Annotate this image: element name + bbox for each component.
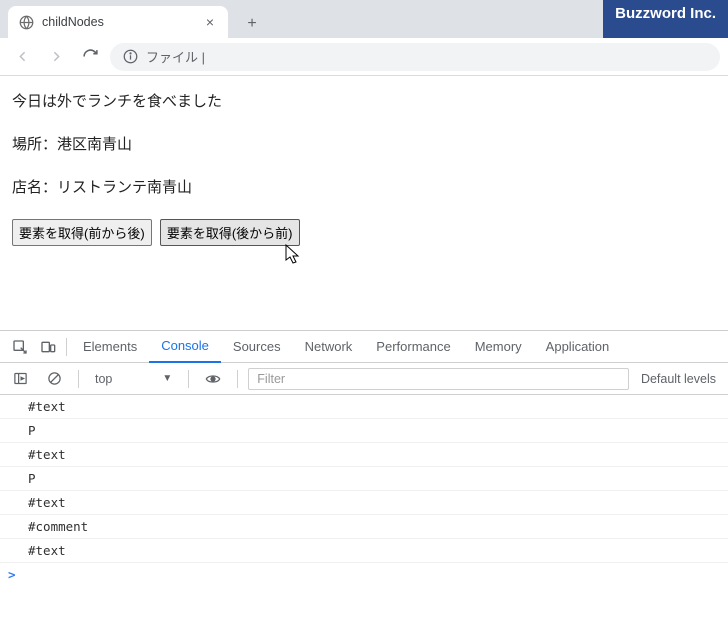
devtools-panel: Elements Console Sources Network Perform… [0,330,728,640]
console-line: #text [0,491,728,515]
tab-title: childNodes [42,15,194,29]
context-selector[interactable]: top ▼ [89,367,178,391]
filter-input[interactable] [248,368,629,390]
address-bar[interactable]: ファイル | [110,43,720,71]
get-elements-forward-button[interactable]: 要素を取得(前から後) [12,219,152,246]
separator [66,338,67,356]
device-toggle-icon[interactable] [34,333,62,361]
inspect-icon[interactable] [6,333,34,361]
tab-memory[interactable]: Memory [463,331,534,363]
console-output: #text P #text P #text #comment #text > [0,395,728,640]
log-levels-selector[interactable]: Default levels [635,372,722,386]
paragraph-1: 今日は外でランチを食べました [12,90,716,111]
live-expression-icon[interactable] [199,365,227,393]
tab-performance[interactable]: Performance [364,331,462,363]
back-button[interactable] [8,43,36,71]
console-filter-bar: top ▼ Default levels [0,363,728,395]
paragraph-2: 場所：港区南青山 [12,133,716,154]
chevron-down-icon: ▼ [162,373,172,384]
tab-elements[interactable]: Elements [71,331,149,363]
reload-button[interactable] [76,43,104,71]
info-icon [122,49,138,65]
browser-tab[interactable]: childNodes × [8,6,228,38]
globe-icon [18,14,34,30]
console-prompt[interactable]: > [0,563,728,586]
tab-network[interactable]: Network [293,331,365,363]
close-icon[interactable]: × [202,14,218,30]
get-elements-backward-button[interactable]: 要素を取得(後から前) [160,219,300,246]
tab-console[interactable]: Console [149,331,221,363]
separator [188,370,189,388]
clear-console-icon[interactable] [40,365,68,393]
console-line: P [0,419,728,443]
separator [78,370,79,388]
paragraph-3: 店名：リストランテ南青山 [12,176,716,197]
console-line: #text [0,539,728,563]
tab-sources[interactable]: Sources [221,331,293,363]
context-label: top [95,372,112,386]
console-line: P [0,467,728,491]
console-line: #comment [0,515,728,539]
page-content: 今日は外でランチを食べました 場所：港区南青山 店名：リストランテ南青山 要素を… [0,76,728,260]
browser-toolbar: ファイル | [0,38,728,76]
console-sidebar-toggle-icon[interactable] [6,365,34,393]
forward-button[interactable] [42,43,70,71]
separator [237,370,238,388]
address-text: ファイル | [146,47,205,66]
tab-application[interactable]: Application [534,331,622,363]
brand-banner: Buzzword Inc. [603,0,728,38]
devtools-tabbar: Elements Console Sources Network Perform… [0,331,728,363]
console-line: #text [0,443,728,467]
new-tab-button[interactable]: + [238,10,266,38]
console-line: #text [0,395,728,419]
